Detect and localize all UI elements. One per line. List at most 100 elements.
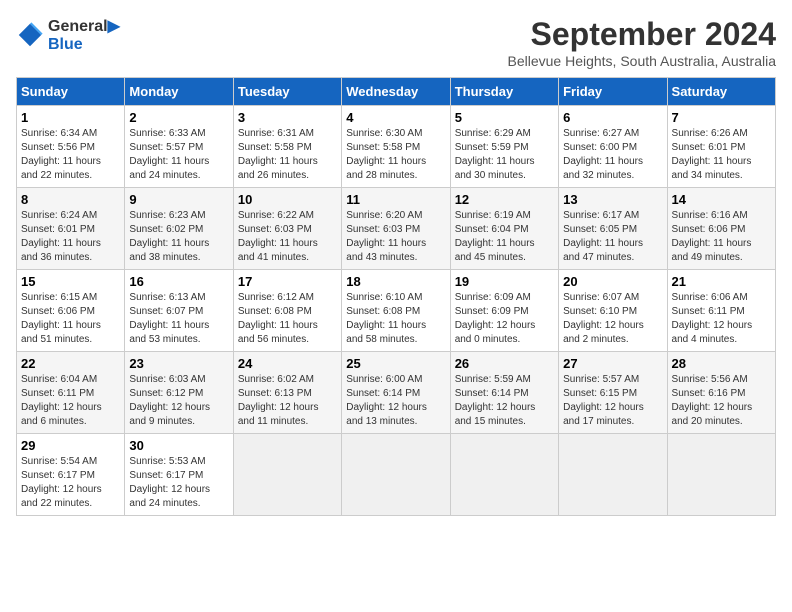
- day-info: Sunrise: 6:15 AM Sunset: 6:06 PM Dayligh…: [21, 291, 120, 347]
- calendar-cell: 17Sunrise: 6:12 AM Sunset: 6:08 PM Dayli…: [233, 270, 341, 352]
- calendar-cell: 23 Sunrise: 6:03 AM Sunset: 6:12 PM Dayli…: [125, 352, 233, 434]
- week-row-3: 15 Sunrise: 6:15 AM Sunset: 6:06 PM Dayli…: [17, 270, 776, 352]
- day-info: Sunrise: 6:07 AM Sunset: 6:10 PM Dayligh…: [563, 291, 662, 347]
- day-info: Sunrise: 6:20 AM Sunset: 6:03 PM Dayligh…: [346, 209, 445, 265]
- calendar-cell: 1 Sunrise: 6:34 AM Sunset: 5:56 PM Daylig…: [17, 106, 125, 188]
- day-info: Sunrise: 6:04 AM Sunset: 6:11 PM Dayligh…: [21, 373, 120, 429]
- day-number: 2: [129, 110, 228, 125]
- day-number: 7: [672, 110, 771, 125]
- week-row-5: 29 Sunrise: 5:54 AM Sunset: 6:17 PM Dayli…: [17, 434, 776, 516]
- calendar-cell: [342, 434, 450, 516]
- logo-text: General▶ Blue: [48, 16, 120, 54]
- calendar-cell: [559, 434, 667, 516]
- day-info: Sunrise: 6:02 AM Sunset: 6:13 PM Dayligh…: [238, 373, 337, 429]
- calendar-cell: 28Sunrise: 5:56 AM Sunset: 6:16 PM Dayli…: [667, 352, 775, 434]
- calendar-cell: 14Sunrise: 6:16 AM Sunset: 6:06 PM Dayli…: [667, 188, 775, 270]
- day-info: Sunrise: 6:09 AM Sunset: 6:09 PM Dayligh…: [455, 291, 554, 347]
- week-row-1: 1 Sunrise: 6:34 AM Sunset: 5:56 PM Daylig…: [17, 106, 776, 188]
- calendar-cell: 6Sunrise: 6:27 AM Sunset: 6:00 PM Daylig…: [559, 106, 667, 188]
- calendar-cell: 29 Sunrise: 5:54 AM Sunset: 6:17 PM Dayli…: [17, 434, 125, 516]
- day-info: Sunrise: 6:27 AM Sunset: 6:00 PM Dayligh…: [563, 127, 662, 183]
- calendar-cell: 4 Sunrise: 6:30 AM Sunset: 5:58 PM Daylig…: [342, 106, 450, 188]
- day-number: 24: [238, 356, 337, 371]
- day-info: Sunrise: 5:54 AM Sunset: 6:17 PM Dayligh…: [21, 455, 120, 511]
- day-info: Sunrise: 6:26 AM Sunset: 6:01 PM Dayligh…: [672, 127, 771, 183]
- calendar-cell: 21 Sunrise: 6:06 AM Sunset: 6:11 PM Dayli…: [667, 270, 775, 352]
- day-number: 9: [129, 192, 228, 207]
- col-header-thursday: Thursday: [450, 78, 558, 106]
- day-number: 21: [672, 274, 771, 289]
- col-header-friday: Friday: [559, 78, 667, 106]
- header: General▶ Blue September 2024 Bellevue He…: [16, 16, 776, 69]
- calendar-cell: [233, 434, 341, 516]
- calendar-cell: 20 Sunrise: 6:07 AM Sunset: 6:10 PM Dayli…: [559, 270, 667, 352]
- logo: General▶ Blue: [16, 16, 120, 54]
- day-info: Sunrise: 6:06 AM Sunset: 6:11 PM Dayligh…: [672, 291, 771, 347]
- day-number: 29: [21, 438, 120, 453]
- day-number: 26: [455, 356, 554, 371]
- day-number: 8: [21, 192, 120, 207]
- day-number: 3: [238, 110, 337, 125]
- logo-icon: [16, 21, 44, 49]
- day-info: Sunrise: 5:57 AM Sunset: 6:15 PM Dayligh…: [563, 373, 662, 429]
- calendar-cell: 30Sunrise: 5:53 AM Sunset: 6:17 PM Dayli…: [125, 434, 233, 516]
- calendar-cell: 27 Sunrise: 5:57 AM Sunset: 6:15 PM Dayli…: [559, 352, 667, 434]
- calendar-cell: 19Sunrise: 6:09 AM Sunset: 6:09 PM Dayli…: [450, 270, 558, 352]
- calendar-cell: 11 Sunrise: 6:20 AM Sunset: 6:03 PM Dayli…: [342, 188, 450, 270]
- calendar-header-row: SundayMondayTuesdayWednesdayThursdayFrid…: [17, 78, 776, 106]
- day-number: 18: [346, 274, 445, 289]
- day-number: 12: [455, 192, 554, 207]
- col-header-saturday: Saturday: [667, 78, 775, 106]
- day-number: 4: [346, 110, 445, 125]
- day-info: Sunrise: 6:24 AM Sunset: 6:01 PM Dayligh…: [21, 209, 120, 265]
- calendar-table: SundayMondayTuesdayWednesdayThursdayFrid…: [16, 77, 776, 516]
- calendar-cell: 9 Sunrise: 6:23 AM Sunset: 6:02 PM Daylig…: [125, 188, 233, 270]
- day-info: Sunrise: 6:22 AM Sunset: 6:03 PM Dayligh…: [238, 209, 337, 265]
- day-info: Sunrise: 6:17 AM Sunset: 6:05 PM Dayligh…: [563, 209, 662, 265]
- day-number: 27: [563, 356, 662, 371]
- calendar-cell: 2Sunrise: 6:33 AM Sunset: 5:57 PM Daylig…: [125, 106, 233, 188]
- day-number: 1: [21, 110, 120, 125]
- calendar-cell: 13 Sunrise: 6:17 AM Sunset: 6:05 PM Dayli…: [559, 188, 667, 270]
- col-header-sunday: Sunday: [17, 78, 125, 106]
- calendar-cell: 25 Sunrise: 6:00 AM Sunset: 6:14 PM Dayli…: [342, 352, 450, 434]
- title-area: September 2024 Bellevue Heights, South A…: [508, 16, 777, 69]
- day-number: 14: [672, 192, 771, 207]
- day-number: 17: [238, 274, 337, 289]
- day-number: 20: [563, 274, 662, 289]
- day-number: 25: [346, 356, 445, 371]
- day-number: 28: [672, 356, 771, 371]
- day-info: Sunrise: 6:10 AM Sunset: 6:08 PM Dayligh…: [346, 291, 445, 347]
- col-header-monday: Monday: [125, 78, 233, 106]
- col-header-wednesday: Wednesday: [342, 78, 450, 106]
- calendar-cell: 22 Sunrise: 6:04 AM Sunset: 6:11 PM Dayli…: [17, 352, 125, 434]
- day-info: Sunrise: 6:23 AM Sunset: 6:02 PM Dayligh…: [129, 209, 228, 265]
- col-header-tuesday: Tuesday: [233, 78, 341, 106]
- main-title: September 2024: [508, 16, 777, 53]
- day-number: 5: [455, 110, 554, 125]
- day-number: 13: [563, 192, 662, 207]
- calendar-cell: 7 Sunrise: 6:26 AM Sunset: 6:01 PM Daylig…: [667, 106, 775, 188]
- day-number: 22: [21, 356, 120, 371]
- day-info: Sunrise: 6:31 AM Sunset: 5:58 PM Dayligh…: [238, 127, 337, 183]
- day-info: Sunrise: 6:34 AM Sunset: 5:56 PM Dayligh…: [21, 127, 120, 183]
- day-number: 11: [346, 192, 445, 207]
- calendar-cell: 24 Sunrise: 6:02 AM Sunset: 6:13 PM Dayli…: [233, 352, 341, 434]
- calendar-cell: 12 Sunrise: 6:19 AM Sunset: 6:04 PM Dayli…: [450, 188, 558, 270]
- week-row-4: 22 Sunrise: 6:04 AM Sunset: 6:11 PM Dayli…: [17, 352, 776, 434]
- calendar-cell: 26 Sunrise: 5:59 AM Sunset: 6:14 PM Dayli…: [450, 352, 558, 434]
- calendar-cell: 18 Sunrise: 6:10 AM Sunset: 6:08 PM Dayli…: [342, 270, 450, 352]
- calendar-cell: 5 Sunrise: 6:29 AM Sunset: 5:59 PM Daylig…: [450, 106, 558, 188]
- day-number: 23: [129, 356, 228, 371]
- day-info: Sunrise: 6:13 AM Sunset: 6:07 PM Dayligh…: [129, 291, 228, 347]
- day-info: Sunrise: 5:59 AM Sunset: 6:14 PM Dayligh…: [455, 373, 554, 429]
- calendar-cell: 3 Sunrise: 6:31 AM Sunset: 5:58 PM Daylig…: [233, 106, 341, 188]
- day-info: Sunrise: 6:19 AM Sunset: 6:04 PM Dayligh…: [455, 209, 554, 265]
- day-number: 15: [21, 274, 120, 289]
- day-info: Sunrise: 6:29 AM Sunset: 5:59 PM Dayligh…: [455, 127, 554, 183]
- day-info: Sunrise: 6:00 AM Sunset: 6:14 PM Dayligh…: [346, 373, 445, 429]
- day-info: Sunrise: 6:03 AM Sunset: 6:12 PM Dayligh…: [129, 373, 228, 429]
- calendar-cell: [450, 434, 558, 516]
- day-info: Sunrise: 6:30 AM Sunset: 5:58 PM Dayligh…: [346, 127, 445, 183]
- subtitle: Bellevue Heights, South Australia, Austr…: [508, 53, 777, 69]
